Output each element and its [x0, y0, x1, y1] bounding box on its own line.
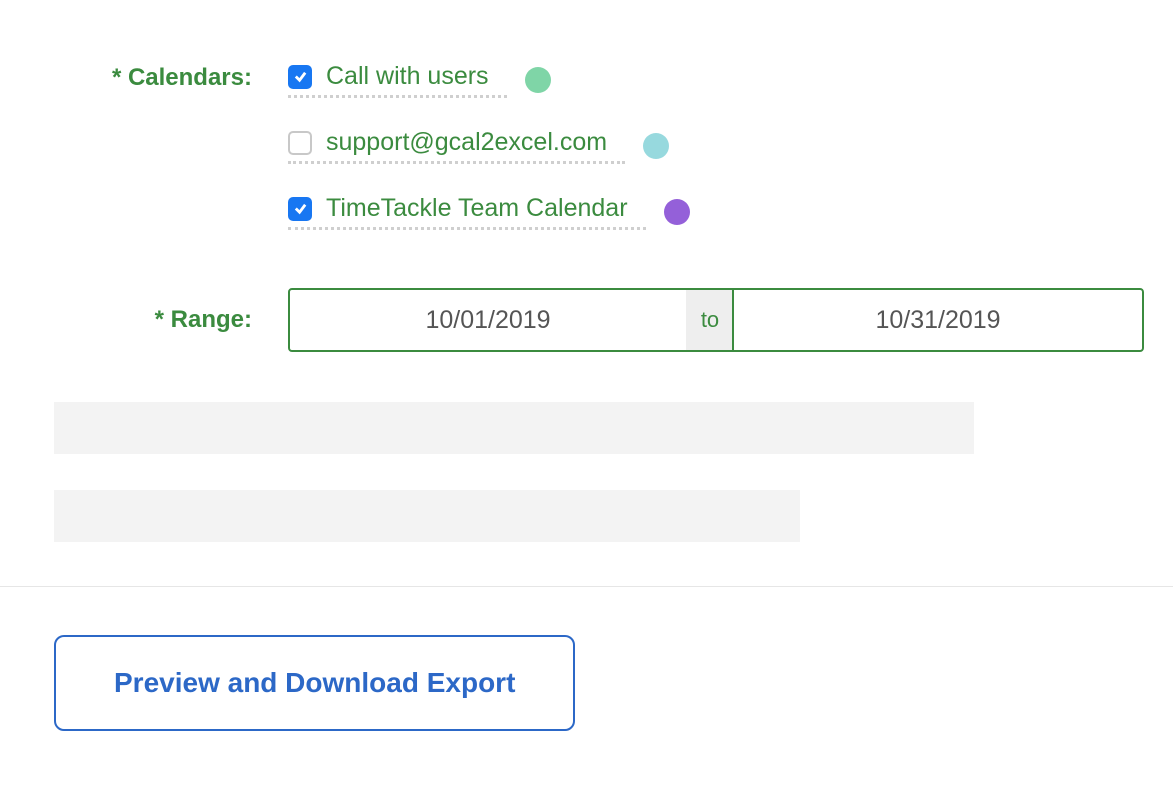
calendar-name[interactable]: Call with users — [326, 62, 489, 91]
date-end-input[interactable] — [732, 288, 1144, 352]
placeholder-block — [54, 402, 974, 454]
preview-download-button[interactable]: Preview and Download Export — [54, 635, 575, 731]
calendar-checkbox[interactable] — [288, 131, 312, 155]
calendar-checkbox[interactable] — [288, 197, 312, 221]
calendar-color-dot[interactable] — [643, 133, 669, 159]
range-separator: to — [686, 288, 734, 352]
calendar-color-dot[interactable] — [664, 199, 690, 225]
date-start-input[interactable] — [288, 288, 688, 352]
calendar-color-dot[interactable] — [525, 67, 551, 93]
calendar-checkbox[interactable] — [288, 65, 312, 89]
calendar-item: TimeTackle Team Calendar — [288, 194, 1173, 240]
range-label: * Range: — [155, 306, 252, 333]
calendar-list: Call with users support@gcal2excel.com — [288, 62, 1173, 240]
calendars-row: * Calendars: Call with users sup — [54, 62, 1173, 240]
calendar-name[interactable]: TimeTackle Team Calendar — [326, 194, 628, 223]
calendar-item: support@gcal2excel.com — [288, 128, 1173, 174]
calendar-name[interactable]: support@gcal2excel.com — [326, 128, 607, 157]
placeholder-block — [54, 490, 800, 542]
calendars-label: * Calendars: — [112, 64, 252, 91]
calendar-item: Call with users — [288, 62, 1173, 108]
range-controls: to — [288, 288, 1144, 352]
range-row: * Range: to — [54, 288, 1173, 352]
